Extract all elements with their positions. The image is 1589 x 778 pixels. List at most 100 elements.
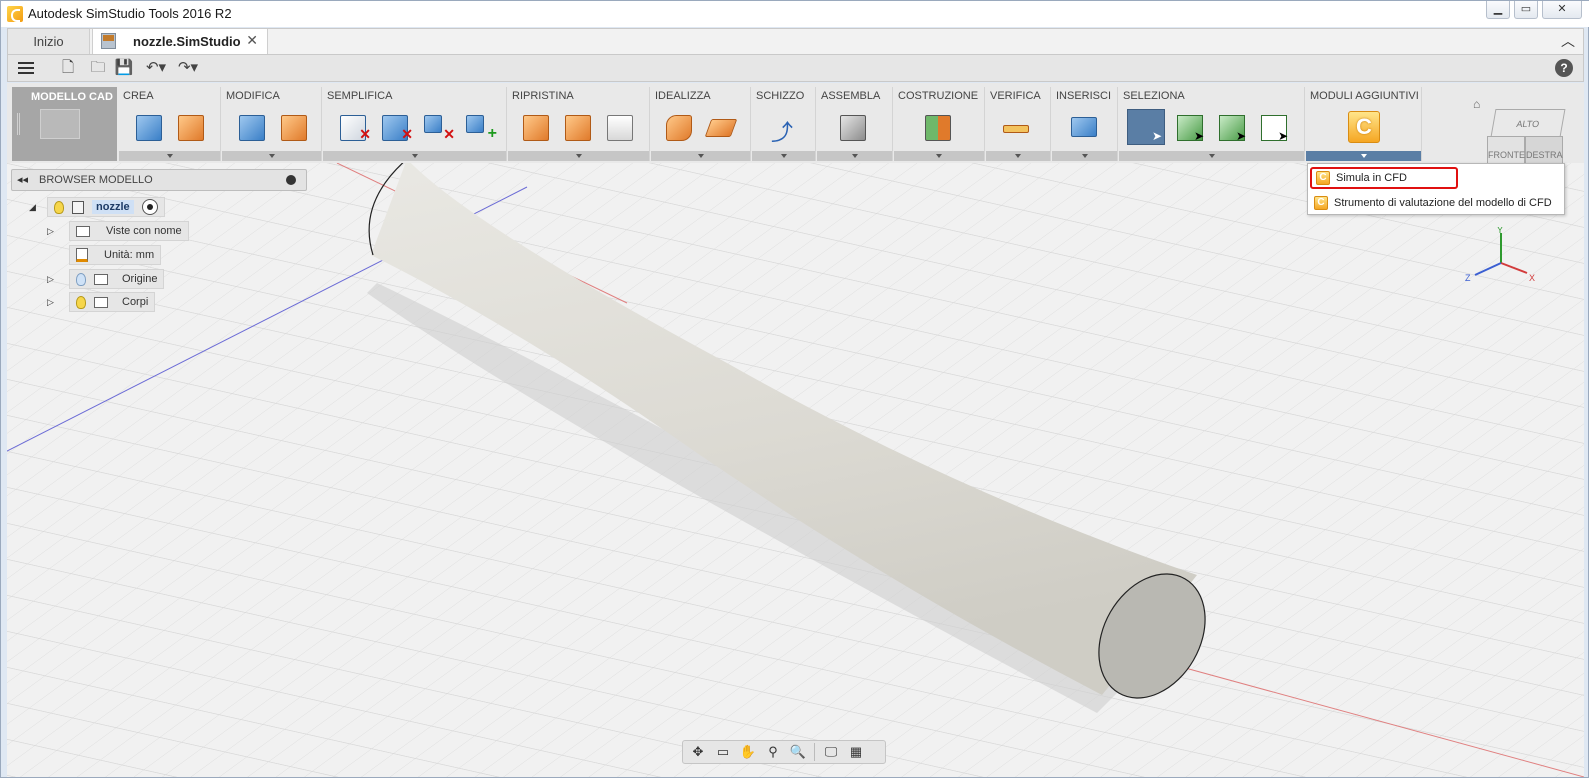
- midsurface-tool[interactable]: [704, 111, 739, 145]
- visibility-bulb-icon[interactable]: [76, 272, 86, 286]
- plane-tool[interactable]: [922, 111, 956, 145]
- repair-tool[interactable]: [562, 111, 596, 145]
- remove-features-tool[interactable]: ✕: [379, 111, 413, 145]
- cfd-icon: C: [1314, 196, 1328, 210]
- quick-access-toolbar: 🗋 🗀 💾 ↶▾ ↷▾ ?: [7, 54, 1584, 82]
- help-icon[interactable]: ?: [1555, 59, 1573, 77]
- expand-triangle-icon[interactable]: ▷: [47, 297, 57, 308]
- list-edit-tool[interactable]: [604, 111, 638, 145]
- tab-bar: Inizio nozzle.SimStudio ✕ ︿: [7, 28, 1584, 55]
- panel-assembla-dropdown[interactable]: [817, 151, 892, 161]
- panel-ripristina-dropdown[interactable]: [508, 151, 649, 161]
- midsurface-icon: [704, 119, 738, 137]
- display-settings-icon[interactable]: 🖵: [822, 744, 840, 760]
- chevron-up-icon[interactable]: ︿: [1561, 31, 1575, 51]
- visibility-bulb-icon[interactable]: [76, 295, 86, 309]
- extrude-icon: [178, 115, 204, 141]
- select-window-tool[interactable]: ➤: [1127, 109, 1165, 145]
- panel-costruzione: COSTRUZIONE: [894, 87, 985, 161]
- panel-verifica-dropdown[interactable]: [986, 151, 1050, 161]
- document-icon: [101, 33, 116, 49]
- panel-inserisci-dropdown[interactable]: [1052, 151, 1117, 161]
- zoom-icon[interactable]: ⚲: [764, 744, 782, 760]
- close-tab-icon[interactable]: ✕: [246, 32, 258, 49]
- tree-root-label[interactable]: nozzle: [92, 200, 134, 214]
- tree-item-label: Origine: [122, 273, 158, 285]
- surface-tool[interactable]: [663, 111, 697, 145]
- folder-icon: [94, 273, 108, 285]
- app-window: Autodesk SimStudio Tools 2016 R2 ▁ ▭ ✕ I…: [0, 0, 1589, 778]
- viewcube-top[interactable]: ALTO: [1490, 109, 1566, 137]
- panel-modifica-dropdown[interactable]: [222, 151, 321, 161]
- workspace-switcher[interactable]: MODELLO CAD: [12, 87, 117, 161]
- axis-triad: X Y Z: [1465, 227, 1535, 283]
- extrude-tool[interactable]: [175, 111, 209, 145]
- look-at-icon[interactable]: ▭: [714, 744, 732, 760]
- model-browser-header[interactable]: ◂◂ BROWSER MODELLO: [11, 169, 307, 191]
- select-body-tool[interactable]: ➤: [1215, 111, 1249, 145]
- visibility-bulb-icon[interactable]: [54, 200, 64, 214]
- tab-home[interactable]: Inizio: [8, 29, 90, 54]
- panel-seleziona-dropdown[interactable]: [1119, 151, 1304, 161]
- menu-item-cfd-evaluation[interactable]: C Strumento di valutazione del modello d…: [1310, 192, 1562, 214]
- panel-label-schizzo: SCHIZZO: [756, 90, 805, 102]
- cad-model-icon: [40, 109, 80, 139]
- tree-item-origin: ▷ Origine: [47, 269, 165, 289]
- list-edit-icon: [607, 115, 633, 141]
- minimize-button[interactable]: ▁: [1486, 1, 1510, 19]
- maximize-button[interactable]: ▭: [1514, 1, 1538, 19]
- simplify-remove-tool[interactable]: ✕: [337, 111, 371, 145]
- pan-icon[interactable]: ✋: [739, 744, 757, 760]
- repair-icon: [565, 115, 591, 141]
- sketch-curve-icon: ⤴: [771, 120, 794, 145]
- zoom-window-icon[interactable]: 🔍: [789, 744, 807, 760]
- add-body-tool[interactable]: +: [463, 111, 497, 145]
- press-pull-tool[interactable]: [236, 111, 270, 145]
- panel-schizzo-dropdown[interactable]: [752, 151, 815, 161]
- sketch-tool[interactable]: ⤴: [767, 111, 801, 145]
- add-body-icon: [466, 115, 484, 133]
- activate-radio-icon[interactable]: [141, 199, 158, 215]
- panel-semplifica-dropdown[interactable]: [323, 151, 506, 161]
- panel-crea-dropdown[interactable]: [119, 151, 220, 161]
- component-icon: [72, 200, 84, 214]
- collapse-browser-icon[interactable]: ◂◂: [17, 173, 28, 186]
- tree-item-units: Unità: mm: [69, 245, 162, 265]
- folder-icon: [76, 225, 90, 237]
- grid-settings-icon[interactable]: ▦: [847, 744, 865, 760]
- panel-label-seleziona: SELEZIONA: [1123, 90, 1185, 102]
- box-icon: [136, 115, 162, 141]
- menu-icon[interactable]: [18, 59, 38, 77]
- navigation-bar: ✥ ▭ ✋ ⚲ 🔍 🖵 ▦: [682, 740, 886, 764]
- 3d-viewport[interactable]: [7, 163, 1584, 777]
- select-face-tool[interactable]: ➤: [1173, 111, 1207, 145]
- panel-costruzione-dropdown[interactable]: [894, 151, 984, 161]
- new-file-icon[interactable]: 🗋: [58, 59, 78, 77]
- inspect-tool[interactable]: [520, 111, 554, 145]
- measure-tool[interactable]: [1000, 111, 1034, 145]
- save-icon[interactable]: 💾: [114, 59, 134, 77]
- redo-icon[interactable]: ↷▾: [174, 59, 202, 77]
- delete-body-tool[interactable]: ✕: [421, 111, 455, 145]
- split-tool[interactable]: [278, 111, 312, 145]
- expand-triangle-icon[interactable]: ▷: [47, 274, 57, 285]
- browser-minimize-icon[interactable]: [286, 175, 296, 185]
- tab-document[interactable]: nozzle.SimStudio ✕: [92, 29, 268, 55]
- joint-icon: [840, 115, 866, 141]
- expand-triangle-icon[interactable]: ▷: [47, 226, 57, 237]
- menu-item-simulate-cfd[interactable]: C Simula in CFD: [1310, 167, 1458, 189]
- panel-moduli-dropdown[interactable]: [1306, 151, 1421, 161]
- undo-icon[interactable]: ↶▾: [142, 59, 170, 77]
- box-tool[interactable]: [133, 111, 167, 145]
- home-icon[interactable]: ⌂: [1473, 97, 1480, 111]
- orbit-icon[interactable]: ✥: [689, 744, 707, 760]
- open-folder-icon[interactable]: 🗀: [88, 59, 108, 77]
- panel-label-inserisci: INSERISCI: [1056, 90, 1112, 102]
- collapse-triangle-icon[interactable]: ◢: [29, 202, 39, 213]
- select-edge-tool[interactable]: ➤: [1257, 111, 1291, 145]
- panel-idealizza-dropdown[interactable]: [651, 151, 750, 161]
- joint-tool[interactable]: [837, 111, 871, 145]
- close-button[interactable]: ✕: [1542, 1, 1582, 19]
- insert-tool[interactable]: [1068, 111, 1102, 145]
- cfd-addin-tool[interactable]: C: [1348, 111, 1382, 145]
